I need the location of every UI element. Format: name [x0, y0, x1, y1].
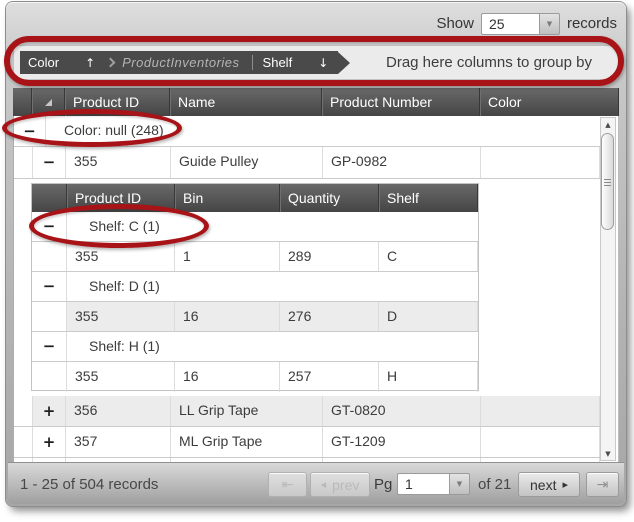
- scrollbar-up-button[interactable]: ▲: [601, 118, 615, 131]
- cell-shelf: H: [379, 362, 478, 392]
- cell-product-number: GT-0820: [323, 396, 481, 426]
- scrollbar-thumb[interactable]: [601, 133, 614, 230]
- expand-icon[interactable]: +: [43, 435, 56, 450]
- records-summary: 1 - 25 of 504 records: [20, 476, 158, 493]
- table-row-357[interactable]: + 357 ML Grip Tape GT-1209: [14, 427, 600, 458]
- cell-name: LL Grip Tape: [171, 396, 323, 426]
- cell-bin: 16: [175, 302, 280, 331]
- cell-quantity: 257: [280, 362, 379, 392]
- column-header-name[interactable]: Name: [170, 88, 322, 116]
- annotation-ellipse-color-group: [2, 109, 182, 147]
- expand-icon[interactable]: +: [43, 404, 56, 419]
- detail-column-header-shelf[interactable]: Shelf: [379, 184, 478, 212]
- cell-shelf: C: [379, 242, 478, 271]
- pg-label: Pg: [374, 476, 392, 493]
- cell-bin: 16: [175, 362, 280, 392]
- cell-product-id: 357: [66, 427, 171, 457]
- detail-row-shelf-h[interactable]: 355 16 257 H: [32, 362, 478, 392]
- group-collapse-cell: −: [32, 272, 67, 301]
- cell-shelf: D: [379, 302, 478, 331]
- annotation-ellipse-shelf-group: [29, 204, 209, 248]
- cell-product-id: 355: [67, 302, 175, 331]
- row-expand-cell: −: [33, 147, 66, 178]
- detail-group-label: Shelf: D (1): [67, 272, 160, 301]
- detail-column-header-quantity[interactable]: Quantity: [280, 184, 379, 212]
- collapse-icon[interactable]: −: [43, 155, 56, 170]
- records-label: records: [567, 15, 617, 32]
- detail-group-row-shelf-d[interactable]: − Shelf: D (1): [32, 272, 478, 302]
- prev-label: prev: [332, 477, 359, 493]
- show-label: Show: [436, 15, 474, 32]
- cell-product-number: GT-1209: [323, 427, 481, 457]
- cell-quantity: 289: [280, 242, 379, 271]
- last-page-button[interactable]: ⇥: [586, 472, 619, 497]
- table-row-355[interactable]: − 355 Guide Pulley GP-0982: [14, 147, 600, 179]
- cell-name: ML Grip Tape: [171, 427, 323, 457]
- collapse-icon[interactable]: −: [43, 339, 56, 354]
- detail-header-expand-column: [32, 184, 67, 212]
- chevron-down-icon: ▼: [457, 480, 462, 488]
- row-gutter-cell: [32, 242, 67, 271]
- next-label: next: [530, 477, 556, 493]
- header-group-gutter: [13, 88, 32, 116]
- first-page-button[interactable]: ⇤: [268, 472, 307, 497]
- cell-product-id: 355: [67, 362, 175, 392]
- page-size-dropdown-button[interactable]: ▼: [539, 13, 560, 35]
- prev-arrow-icon: ◂: [321, 478, 327, 491]
- row-gutter-cell: [14, 396, 33, 426]
- cell-quantity: 276: [280, 302, 379, 331]
- page-size-control: Show ▼ records: [436, 12, 617, 35]
- detail-group-row-shelf-h[interactable]: − Shelf: H (1): [32, 332, 478, 362]
- table-row-356[interactable]: + 356 LL Grip Tape GT-0820: [14, 396, 600, 427]
- annotation-ellipse-group-bar: [4, 36, 624, 86]
- cell-color: [481, 427, 600, 457]
- row-gutter-cell: [14, 147, 33, 178]
- cell-product-id: 356: [66, 396, 171, 426]
- scrollbar-up-icon: ▲: [605, 121, 610, 129]
- scrollbar-grip-icon: [604, 179, 611, 187]
- page-number-combobox: ▼: [397, 473, 470, 495]
- grid-body: − Color: null (248) − 355 Guide Pulley G…: [13, 116, 619, 462]
- scrollbar-down-button[interactable]: ▼: [601, 447, 615, 460]
- row-gutter-cell: [14, 427, 33, 457]
- row-gutter-cell: [32, 302, 67, 331]
- column-header-product-number[interactable]: Product Number: [322, 88, 480, 116]
- first-page-icon: ⇤: [282, 477, 294, 493]
- cell-product-id: 355: [66, 147, 171, 178]
- next-page-button[interactable]: next ▸: [518, 472, 580, 497]
- page-size-input[interactable]: [481, 13, 539, 35]
- pager-bar: 1 - 25 of 504 records ⇤ ◂ prev Pg ▼ of 2…: [8, 462, 624, 504]
- detail-column-header-bin[interactable]: Bin: [175, 184, 280, 212]
- page-size-combobox: ▼: [481, 13, 560, 35]
- detail-row-shelf-d[interactable]: 355 16 276 D: [32, 302, 478, 332]
- collapse-icon[interactable]: −: [43, 279, 56, 294]
- vertical-scrollbar[interactable]: ▲ ▼: [600, 117, 616, 461]
- scrollbar-down-icon: ▼: [605, 450, 610, 458]
- group-collapse-cell: −: [32, 332, 67, 361]
- prev-page-button[interactable]: ◂ prev: [310, 472, 370, 497]
- cell-color: [481, 147, 600, 178]
- screenshot-root: Show ▼ records Color ↑ ProductInventorie…: [0, 0, 634, 522]
- column-header-color[interactable]: Color: [480, 88, 619, 116]
- cell-name: Guide Pulley: [171, 147, 323, 178]
- page-number-dropdown-button[interactable]: ▼: [449, 473, 470, 495]
- next-arrow-icon: ▸: [562, 478, 568, 491]
- row-gutter-cell: [32, 362, 67, 392]
- row-expand-cell: +: [33, 396, 66, 426]
- page-number-input[interactable]: [397, 473, 449, 495]
- page-count-label: of 21: [478, 476, 511, 493]
- chevron-down-icon: ▼: [547, 20, 552, 28]
- row-expand-cell: +: [33, 427, 66, 457]
- cell-bin: 1: [175, 242, 280, 271]
- last-page-icon: ⇥: [597, 477, 609, 493]
- cell-color: [481, 396, 600, 426]
- detail-group-label: Shelf: H (1): [67, 332, 160, 361]
- sort-indicator-icon: [45, 99, 52, 106]
- cell-product-number: GP-0982: [323, 147, 481, 178]
